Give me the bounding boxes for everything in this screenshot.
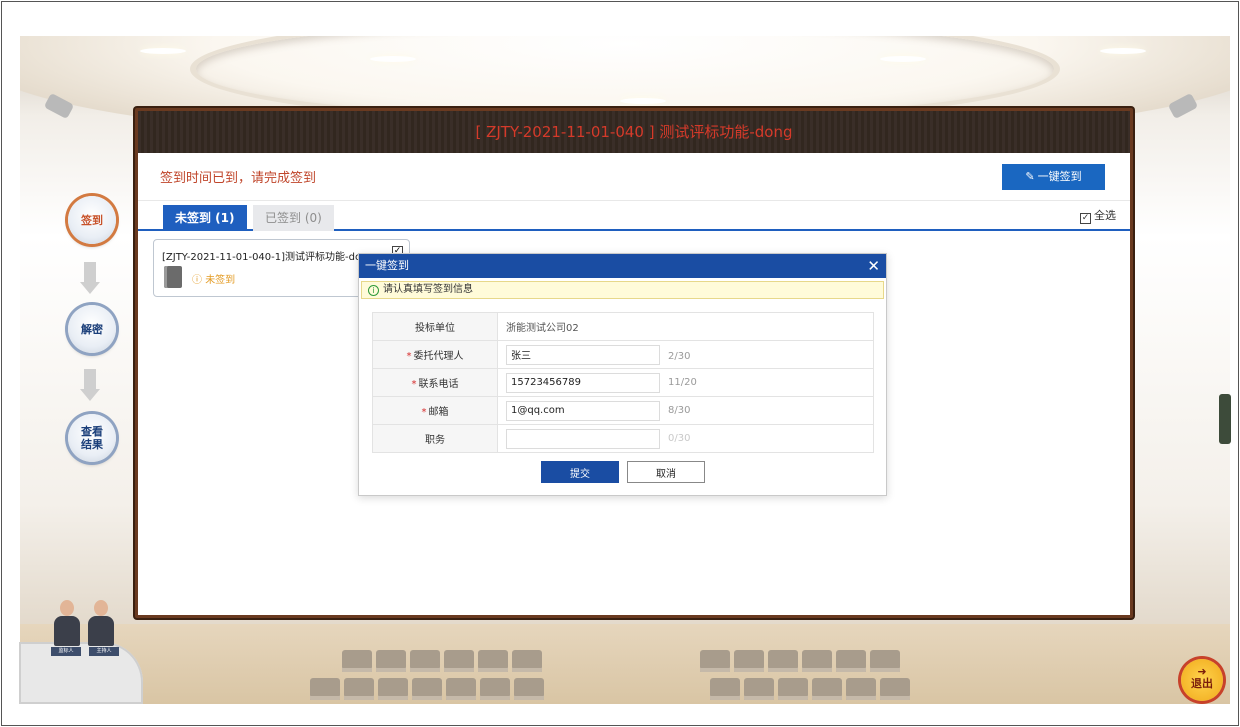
presenter-desk xyxy=(19,642,143,704)
form-row-position: 职务 0/30 xyxy=(372,424,874,453)
project-title: [ ZJTY-2021-11-01-040 ] 测试评标功能-dong xyxy=(138,111,1130,153)
form-row-email: *邮箱 8/30 xyxy=(372,396,874,425)
seat xyxy=(478,650,508,672)
seat xyxy=(700,650,730,672)
supervisor-figure xyxy=(54,600,80,646)
seat xyxy=(376,650,406,672)
seat xyxy=(446,678,476,700)
field-label-agent: 委托代理人 xyxy=(413,351,464,362)
signin-form: 投标单位 浙能测试公司02 *委托代理人 2/30 *联系电话 11/20 *邮… xyxy=(372,312,874,453)
cancel-button[interactable]: 取消 xyxy=(627,461,705,483)
tab-not-signed[interactable]: 未签到 (1) xyxy=(163,205,247,231)
field-label-bidder-unit: 投标单位 xyxy=(372,312,498,341)
ceiling-lamp xyxy=(140,48,186,54)
position-input[interactable] xyxy=(506,428,660,449)
seat xyxy=(880,678,910,700)
field-label-phone: 联系电话 xyxy=(418,379,459,390)
seat xyxy=(310,678,340,700)
book-icon xyxy=(164,266,182,288)
seat xyxy=(768,650,798,672)
agent-char-count: 2/30 xyxy=(668,351,691,362)
signin-notice: 签到时间已到，请完成签到 xyxy=(160,171,317,186)
exit-label: 退出 xyxy=(1191,677,1213,690)
bidder-unit-value: 浙能测试公司02 xyxy=(506,323,579,334)
dialog-title: 一键签到 xyxy=(365,259,409,272)
seat xyxy=(444,650,474,672)
tab-signed[interactable]: 已签到 (0) xyxy=(253,205,334,231)
seat xyxy=(870,650,900,672)
ceiling-lamp xyxy=(620,98,666,104)
field-label-position: 职务 xyxy=(372,424,498,453)
form-row-phone: *联系电话 11/20 xyxy=(372,368,874,397)
bid-card-title: [ZJTY-2021-11-01-040-1]测试评标功能-dong xyxy=(162,252,374,263)
down-arrow-icon xyxy=(80,262,100,294)
seat xyxy=(734,650,764,672)
submit-button[interactable]: 提交 xyxy=(541,461,619,483)
seat xyxy=(812,678,842,700)
seat xyxy=(514,678,544,700)
form-row-bidder-unit: 投标单位 浙能测试公司02 xyxy=(372,312,874,341)
seat xyxy=(836,650,866,672)
seat xyxy=(802,650,832,672)
email-input[interactable] xyxy=(506,400,660,421)
pen-icon: ✎ xyxy=(1025,171,1038,183)
seat xyxy=(846,678,876,700)
one-key-signin-label: 一键签到 xyxy=(1037,171,1082,183)
one-key-signin-button[interactable]: ✎ 一键签到 xyxy=(1002,164,1105,190)
phone-input[interactable] xyxy=(506,372,660,393)
desk-label-host: 主持人 xyxy=(89,647,119,656)
floor xyxy=(20,624,1230,704)
required-marker: * xyxy=(421,407,427,418)
down-arrow-icon xyxy=(80,369,100,401)
seat xyxy=(412,678,442,700)
dialog-tip: i 请认真填写签到信息 xyxy=(361,281,884,299)
form-row-agent: *委托代理人 2/30 xyxy=(372,340,874,369)
seat xyxy=(512,650,542,672)
info-icon: i xyxy=(368,285,379,296)
host-figure xyxy=(88,600,114,646)
nav-step-view-results[interactable]: 查看 结果 xyxy=(68,414,116,462)
desk-label-supervisor: 监标人 xyxy=(51,647,81,656)
seat xyxy=(342,650,372,672)
phone-char-count: 11/20 xyxy=(668,377,697,388)
side-handle[interactable] xyxy=(1219,394,1231,444)
dialog-tip-text: 请认真填写签到信息 xyxy=(383,284,473,295)
position-char-count: 0/30 xyxy=(668,433,691,444)
ceiling-lamp xyxy=(880,56,926,62)
select-all-label: 全选 xyxy=(1094,209,1116,222)
ceiling-lamp xyxy=(370,56,416,62)
notice-row: 签到时间已到，请完成签到 ✎ 一键签到 xyxy=(138,153,1130,201)
seat xyxy=(480,678,510,700)
email-char-count: 8/30 xyxy=(668,405,691,416)
checkbox-icon: ✓ xyxy=(1080,213,1091,224)
status-label: 未签到 xyxy=(205,275,236,286)
seat xyxy=(778,678,808,700)
seat xyxy=(344,678,374,700)
seat xyxy=(710,678,740,700)
seat xyxy=(378,678,408,700)
signin-dialog: 一键签到 ✕ i请认真填写签到信息 投标单位 浙能测试公司02 *委托代理人 2… xyxy=(358,253,887,496)
seat xyxy=(744,678,774,700)
dialog-header: 一键签到 ✕ xyxy=(359,254,886,278)
nav-step-signin[interactable]: 签到 xyxy=(68,196,116,244)
field-label-email: 邮箱 xyxy=(428,407,449,418)
agent-input[interactable] xyxy=(506,344,660,365)
required-marker: * xyxy=(411,379,417,390)
bid-card-status: ⓘ 未签到 xyxy=(192,275,236,286)
exit-button[interactable]: ➜ 退出 xyxy=(1181,659,1223,701)
seat xyxy=(410,650,440,672)
select-all-checkbox[interactable]: ✓ 全选 xyxy=(1080,207,1116,224)
required-marker: * xyxy=(406,351,412,362)
tabs-row: 未签到 (1) 已签到 (0) ✓ 全选 xyxy=(138,201,1130,231)
close-icon[interactable]: ✕ xyxy=(867,254,880,278)
nav-step-decrypt[interactable]: 解密 xyxy=(68,305,116,353)
ceiling-lamp xyxy=(1100,48,1146,54)
